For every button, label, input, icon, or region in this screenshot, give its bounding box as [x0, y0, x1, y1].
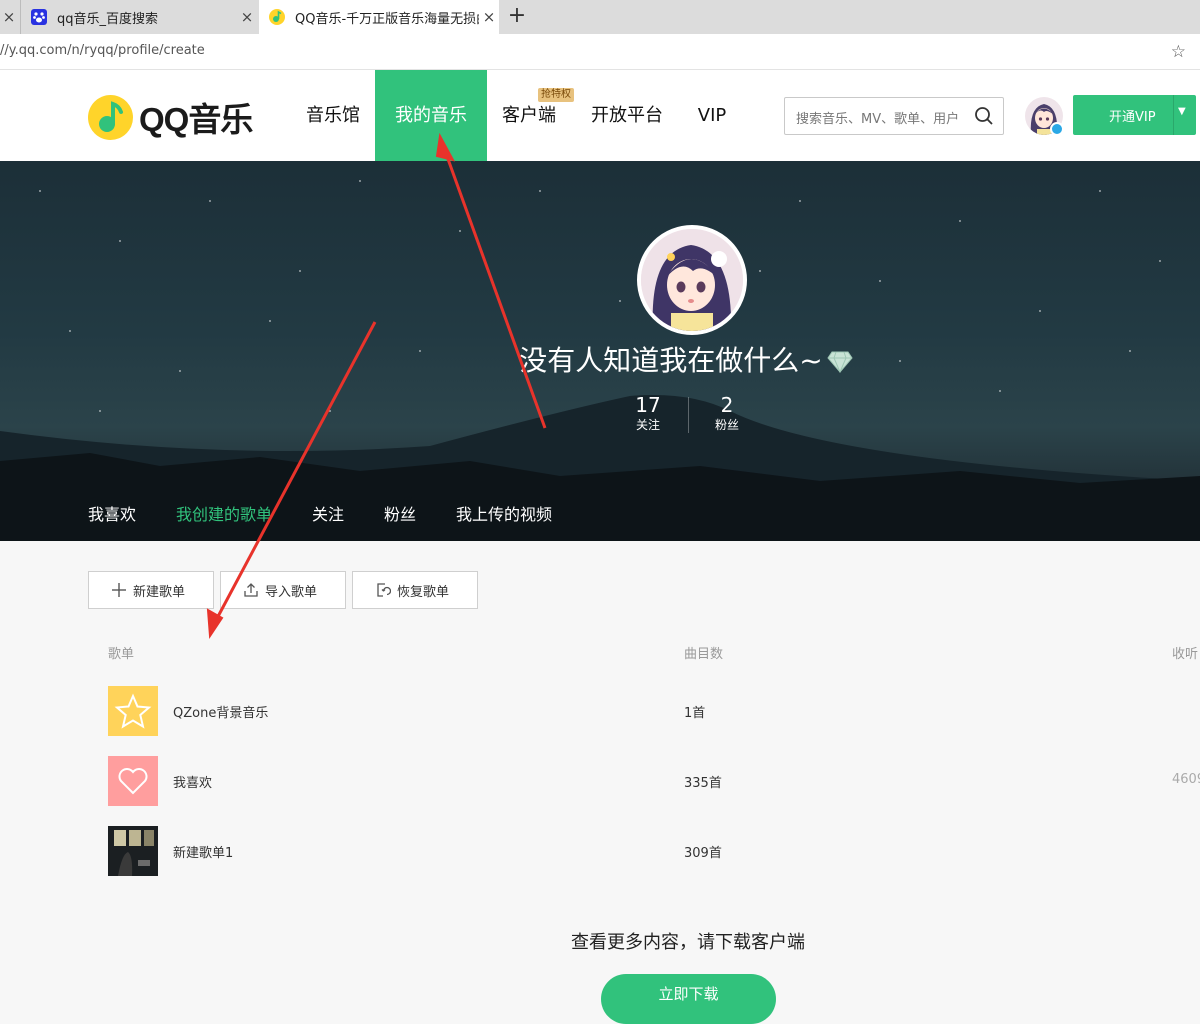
fans-count: 2 [720, 393, 734, 417]
download-prompt: 查看更多内容，请下载客户端 [571, 932, 805, 953]
stat-divider [688, 397, 689, 433]
tab-liked[interactable]: 我喜欢 [88, 501, 136, 525]
nav-my-music[interactable]: 我的音乐 [375, 70, 487, 161]
url-text[interactable]: //y.qq.com/n/ryqq/profile/create [0, 43, 205, 58]
username-text: 没有人知道我在做什么~ [519, 344, 823, 377]
tab-close-icon[interactable]: × [0, 8, 18, 26]
col-listens: 收听 [1172, 647, 1199, 662]
profile-avatar[interactable] [637, 225, 747, 335]
browser-tab-baidu[interactable]: qq音乐_百度搜索 × [20, 0, 257, 34]
privilege-badge: 抢特权 [538, 88, 574, 102]
playlist-listens: 4609 [1172, 772, 1200, 787]
search-icon[interactable] [974, 106, 994, 126]
playlist-row[interactable]: QZone背景音乐 1首 [88, 676, 1200, 746]
tab-close-icon[interactable]: × [479, 8, 499, 26]
following-label: 关注 [635, 418, 660, 432]
browser-tab-qqmusic[interactable]: QQ音乐-千万正版音乐海量无损曲 × [259, 0, 499, 34]
following-count: 17 [635, 393, 661, 417]
playlist-count: 309首 [684, 846, 722, 861]
open-vip-label: 开通VIP [1109, 110, 1156, 125]
profile-banner: 没有人知道我在做什么~ 17 关注 2 粉丝 我喜欢 我创建的歌单 关注 粉丝 … [0, 161, 1200, 541]
col-track-count: 曲目数 [684, 647, 724, 662]
tab-title: QQ音乐-千万正版音乐海量无损曲 [295, 11, 479, 27]
qqmusic-favicon-icon [269, 9, 285, 25]
tab-created-playlists[interactable]: 我创建的歌单 [176, 501, 272, 525]
nav-vip[interactable]: VIP [690, 70, 734, 161]
vip-divider [1173, 95, 1174, 135]
site-logo[interactable]: QQ音乐 [88, 93, 253, 141]
tab-title: qq音乐_百度搜索 [57, 11, 159, 27]
import-playlist-button[interactable]: 导入歌单 [220, 571, 346, 609]
baidu-paw-icon [31, 9, 47, 25]
dropdown-caret-icon[interactable]: ▼ [1178, 106, 1186, 117]
nav-client[interactable]: 客户端 [494, 70, 564, 161]
col-playlist: 歌单 [108, 647, 135, 662]
address-bar[interactable]: //y.qq.com/n/ryqq/profile/create ☆ [0, 34, 1200, 70]
heart-icon[interactable] [108, 756, 158, 806]
plus-icon [112, 583, 126, 597]
playlist-row[interactable]: 新建歌单1 309首 [88, 816, 1200, 886]
playlist-table-header: 歌单 曲目数 收听 [88, 628, 1200, 672]
restore-playlist-button[interactable]: 恢复歌单 [352, 571, 478, 609]
browser-tab-partial[interactable]: × [0, 0, 18, 34]
tab-close-icon[interactable]: × [237, 8, 257, 26]
playlist-count: 335首 [684, 776, 722, 791]
fans-stat[interactable]: 2 粉丝 [697, 393, 757, 433]
profile-username: 没有人知道我在做什么~ [0, 339, 1200, 379]
logo-text: QQ音乐 [139, 101, 253, 138]
profile-avatar-image [641, 229, 743, 331]
search-input[interactable]: 搜索音乐、MV、歌单、用户 [784, 97, 1004, 135]
tab-following[interactable]: 关注 [312, 501, 344, 525]
download-now-button[interactable]: 立即下载 [601, 974, 776, 1024]
playlist-name[interactable]: QZone背景音乐 [173, 702, 268, 721]
diamond-icon [827, 351, 853, 373]
tab-fans[interactable]: 粉丝 [384, 501, 416, 525]
nav-open-platform[interactable]: 开放平台 [584, 70, 670, 161]
playlist-count: 1首 [684, 706, 706, 721]
new-playlist-label: 新建歌单 [133, 584, 186, 600]
playlist-row[interactable]: 我喜欢 335首 4609 [88, 746, 1200, 816]
new-tab-button[interactable]: + [505, 3, 529, 31]
browser-tab-bar: × qq音乐_百度搜索 × QQ音乐-千万正版音乐海量无损曲 × + [0, 0, 1200, 34]
following-stat[interactable]: 17 关注 [618, 393, 678, 433]
tab-uploaded-videos[interactable]: 我上传的视频 [456, 501, 552, 525]
upload-icon [244, 583, 258, 597]
site-header: QQ音乐 音乐馆 我的音乐 客户端 抢特权 开放平台 VIP 搜索音乐、MV、歌… [0, 70, 1200, 161]
restore-icon [377, 583, 391, 597]
playlist-name[interactable]: 新建歌单1 [173, 842, 233, 861]
fans-label: 粉丝 [714, 418, 739, 432]
qzone-star-icon[interactable] [108, 686, 158, 736]
import-playlist-label: 导入歌单 [265, 584, 318, 600]
restore-playlist-label: 恢复歌单 [397, 584, 450, 600]
new-playlist-button[interactable]: 新建歌单 [88, 571, 214, 609]
favorite-star-icon[interactable]: ☆ [1171, 42, 1186, 62]
search-placeholder: 搜索音乐、MV、歌单、用户 [796, 112, 960, 127]
vip-level-badge [1050, 122, 1064, 136]
nav-music-hall[interactable]: 音乐馆 [292, 70, 374, 161]
open-vip-button[interactable]: 开通VIP ▼ [1073, 95, 1196, 135]
playlist-name[interactable]: 我喜欢 [173, 772, 212, 791]
qqmusic-logo-icon [88, 94, 133, 140]
playlist-cover-image[interactable] [108, 826, 158, 876]
